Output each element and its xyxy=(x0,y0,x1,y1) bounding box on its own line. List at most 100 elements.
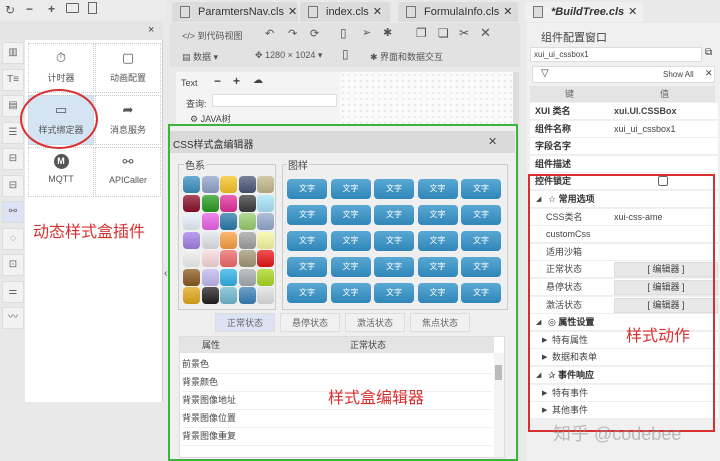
delete-icon[interactable]: ✕ xyxy=(480,25,491,41)
pattern-button[interactable]: 文字 xyxy=(374,205,414,225)
state-tab[interactable]: 正常状态 xyxy=(215,313,275,332)
pattern-button[interactable]: 文字 xyxy=(287,231,327,251)
color-swatch[interactable] xyxy=(220,176,237,193)
pattern-button[interactable]: 文字 xyxy=(417,205,458,225)
cloud-icon[interactable]: ☁ xyxy=(253,75,263,86)
color-swatch[interactable] xyxy=(257,268,274,286)
side-tool-icon[interactable]: ▥ xyxy=(2,42,24,64)
pattern-button[interactable]: 文字 xyxy=(287,205,327,225)
close-tab-icon[interactable]: ✕ xyxy=(288,6,297,18)
paste-icon[interactable]: ❏ xyxy=(438,26,449,40)
tab-file[interactable]: FormulaInfo.cls ✕ xyxy=(398,2,518,22)
state-tab[interactable]: 激活状态 xyxy=(345,313,405,332)
color-swatch[interactable] xyxy=(220,213,237,230)
state-tab[interactable]: 焦点状态 xyxy=(410,313,470,332)
pattern-button[interactable]: 文字 xyxy=(374,257,414,277)
side-tool-icon[interactable]: ⊡ xyxy=(2,254,24,276)
color-swatch[interactable] xyxy=(183,194,200,212)
color-swatch[interactable] xyxy=(201,213,219,230)
cut-icon[interactable]: ✂ xyxy=(459,26,469,40)
config-row[interactable]: 组件名称 xui_ui_cssbox1 xyxy=(530,120,718,138)
color-swatch[interactable] xyxy=(257,213,274,230)
plus-icon[interactable]: + xyxy=(48,2,55,16)
table-scrollbar[interactable] xyxy=(494,353,504,457)
folder-icon[interactable] xyxy=(66,3,79,13)
copy-icon[interactable]: ❐ xyxy=(416,26,427,40)
table-row[interactable]: 背景图像位置 xyxy=(182,411,492,428)
close-tab-icon[interactable]: ✕ xyxy=(373,6,382,18)
tab-file[interactable]: ParamtersNav.cls ✕ xyxy=(172,2,298,22)
color-swatch[interactable] xyxy=(201,250,219,267)
refresh-icon[interactable]: ↻ xyxy=(5,3,15,17)
pattern-button[interactable]: 文字 xyxy=(287,257,327,277)
color-swatch[interactable] xyxy=(201,176,219,193)
pattern-button[interactable]: 文字 xyxy=(461,205,501,225)
color-swatch[interactable] xyxy=(183,268,200,286)
pattern-button[interactable]: 文字 xyxy=(330,179,371,199)
preview-icon[interactable]: ▯ xyxy=(340,26,347,40)
color-swatch[interactable] xyxy=(183,287,200,304)
color-swatch[interactable] xyxy=(257,231,274,249)
config-row[interactable]: 组件描述 xyxy=(530,155,718,173)
palette-item[interactable]: ➦ 消息服务 xyxy=(95,95,161,145)
side-tool-icon[interactable]: ⚯ xyxy=(2,201,24,223)
refresh-icon[interactable]: ⟳ xyxy=(310,27,319,40)
pattern-button[interactable]: 文字 xyxy=(417,257,458,277)
tab-file[interactable]: index.cls ✕ xyxy=(300,2,390,22)
color-swatch[interactable] xyxy=(257,194,274,212)
color-swatch[interactable] xyxy=(238,250,256,267)
side-tool-icon[interactable]: ⊟ xyxy=(2,148,24,170)
pattern-button[interactable]: 文字 xyxy=(461,283,501,303)
color-swatch[interactable] xyxy=(220,287,237,304)
side-tool-icon[interactable]: ⚌ xyxy=(2,280,24,303)
side-tool-icon[interactable]: T≡ xyxy=(2,68,24,91)
search-input[interactable] xyxy=(212,94,337,107)
close-tab-icon[interactable]: ✕ xyxy=(503,6,512,18)
minus-icon[interactable]: − xyxy=(26,2,33,16)
pattern-button[interactable]: 文字 xyxy=(287,179,327,199)
color-swatch[interactable] xyxy=(183,231,200,249)
pattern-button[interactable]: 文字 xyxy=(461,179,501,199)
color-swatch[interactable] xyxy=(183,176,200,193)
color-swatch[interactable] xyxy=(201,268,219,286)
mobile-icon[interactable]: ▯ xyxy=(342,47,349,61)
pattern-button[interactable]: 文字 xyxy=(374,283,414,303)
pattern-button[interactable]: 文字 xyxy=(330,231,371,251)
side-tool-icon[interactable]: ◌ xyxy=(2,227,24,250)
table-row[interactable]: 背景图像重复 xyxy=(182,429,492,446)
minus-icon[interactable]: − xyxy=(214,74,221,88)
collapse-arrow[interactable]: ‹ xyxy=(164,268,167,279)
close-tab-icon[interactable]: ✕ xyxy=(628,6,637,18)
color-swatch[interactable] xyxy=(201,231,219,249)
side-tool-icon[interactable]: 〰 xyxy=(2,307,24,329)
palette-item[interactable]: ▢ 动画配置 xyxy=(95,43,161,93)
data-dropdown[interactable]: ▤ 数据 ▾ xyxy=(182,50,218,63)
pattern-button[interactable]: 文字 xyxy=(374,231,414,251)
color-swatch[interactable] xyxy=(201,287,219,304)
pattern-button[interactable]: 文字 xyxy=(461,231,501,251)
pattern-button[interactable]: 文字 xyxy=(417,179,458,199)
redo-icon[interactable]: ↷ xyxy=(288,27,297,40)
color-swatch[interactable] xyxy=(238,213,256,230)
resolution-dropdown[interactable]: ✥ 1280 × 1024 ▾ xyxy=(255,50,322,61)
palette-item[interactable]: ⚯ APICaller xyxy=(95,147,161,197)
component-name-input[interactable]: xui_ui_cssbox1 xyxy=(530,47,702,62)
color-swatch[interactable] xyxy=(238,176,256,193)
close-icon[interactable]: ✕ xyxy=(488,135,497,148)
palette-item[interactable]: M MQTT xyxy=(28,147,94,197)
color-swatch[interactable] xyxy=(257,287,274,304)
color-swatch[interactable] xyxy=(257,250,274,267)
tab-file[interactable]: *BuildTree.cls ✕ xyxy=(525,2,643,22)
state-tab[interactable]: 悬停状态 xyxy=(280,313,340,332)
config-row[interactable]: 字段名字 xyxy=(530,138,718,156)
pattern-button[interactable]: 文字 xyxy=(330,257,371,277)
plus-icon[interactable]: + xyxy=(233,74,240,88)
color-swatch[interactable] xyxy=(220,250,237,267)
table-row[interactable]: 前景色 xyxy=(182,357,492,374)
pattern-button[interactable]: 文字 xyxy=(417,231,458,251)
pattern-button[interactable]: 文字 xyxy=(461,257,501,277)
close-icon[interactable]: × xyxy=(148,24,154,36)
code-view-button[interactable]: </> 到代码视图 xyxy=(182,29,243,42)
filter-bar[interactable]: ▽ Show All ✕ xyxy=(532,66,715,83)
debug-icon[interactable]: ✱ xyxy=(383,26,392,39)
